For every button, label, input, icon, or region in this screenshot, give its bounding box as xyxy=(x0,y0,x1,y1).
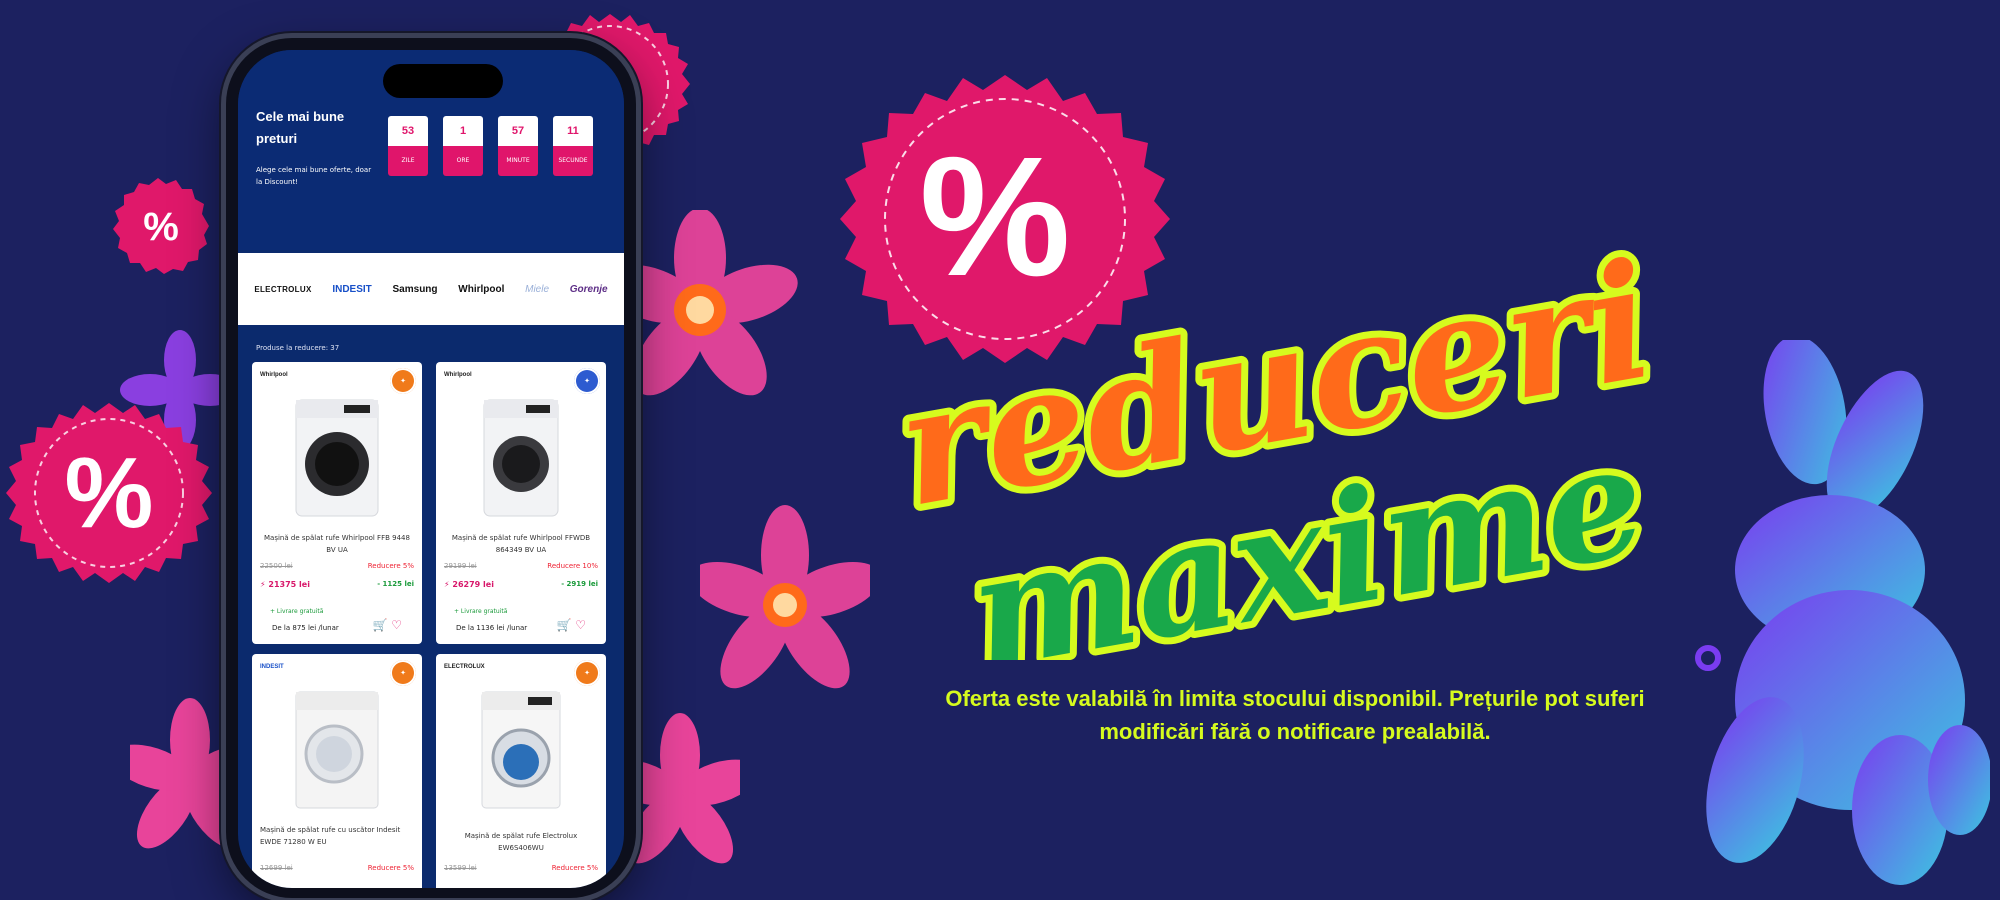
discount-label: Reducere 5% xyxy=(367,562,414,570)
flower-decoration xyxy=(700,505,870,689)
product-brand: Whirlpool xyxy=(260,372,288,378)
countdown-hours: 1 ORE xyxy=(443,116,483,178)
card-actions: 🛒 ♡ xyxy=(556,618,586,632)
countdown-label: ZILE xyxy=(388,146,428,176)
old-price: 29199 lei xyxy=(444,562,477,570)
percent-badge-left: % xyxy=(6,403,212,583)
deal-stamp-icon: ✦ xyxy=(574,368,600,394)
phone-mockup: Cele mai bune preturi Alege cele mai bun… xyxy=(226,38,636,898)
shipping-info: + Livrare gratuită xyxy=(270,608,324,615)
countdown-value: 1 xyxy=(443,116,483,146)
saving-amount: - 1125 lei xyxy=(377,580,414,588)
countdown-seconds: 11 SECUNDE xyxy=(553,116,593,178)
product-brand: ELECTROLUX xyxy=(444,664,485,670)
hero-title: Cele mai bune preturi xyxy=(256,109,345,146)
balloon-bunny-illustration xyxy=(1695,340,1990,885)
product-card[interactable]: INDESIT ✦ Mașină de spălat rufe cu uscăt… xyxy=(252,654,422,888)
wishlist-heart-icon[interactable]: ♡ xyxy=(391,618,402,632)
brand-logo-electrolux[interactable]: ELECTROLUX xyxy=(254,285,311,294)
countdown-value: 57 xyxy=(498,116,538,146)
product-brand: Whirlpool xyxy=(444,372,472,378)
washing-machine-image xyxy=(295,691,379,809)
countdown-minutes: 57 MINUTE xyxy=(498,116,538,178)
saving-amount: - 2919 lei xyxy=(561,580,598,588)
product-name[interactable]: Mașină de spălat rufe cu uscător Indesit… xyxy=(260,824,414,848)
old-price: 13599 lei xyxy=(444,864,477,872)
percent-badge-small: % xyxy=(113,178,209,274)
brand-logo-miele[interactable]: Miele xyxy=(525,284,549,295)
old-price: 12699 lei xyxy=(260,864,293,872)
disclaimer-text: Oferta este valabilă în limita stocului … xyxy=(945,686,1645,744)
product-card[interactable]: Whirlpool ✦ Mașină de spălat rufe Whirlp… xyxy=(436,362,606,644)
dynamic-island xyxy=(383,64,503,98)
hero-subtitle: Alege cele mai bune oferte, doar la Disc… xyxy=(256,166,372,186)
countdown-label: MINUTE xyxy=(498,146,538,176)
product-card[interactable]: Whirlpool ✦ Mașină de spălat rufe Whirlp… xyxy=(252,362,422,644)
discount-label: Reducere 10% xyxy=(547,562,598,570)
deal-stamp-icon: ✦ xyxy=(390,660,416,686)
old-price: 22500 lei xyxy=(260,562,293,570)
product-name[interactable]: Mașină de spălat rufe Electrolux EW6S406… xyxy=(444,830,598,854)
countdown-value: 53 xyxy=(388,116,428,146)
product-name[interactable]: Mașină de spălat rufe Whirlpool FFB 9448… xyxy=(260,532,414,556)
countdown-label: ORE xyxy=(443,146,483,176)
shipping-info: + Livrare gratuită xyxy=(454,608,508,615)
percent-symbol: % xyxy=(65,437,154,549)
headline-reduceri-maxime: reduceri maxime xyxy=(900,219,1672,660)
washing-machine-image xyxy=(295,399,379,517)
percent-symbol: % xyxy=(143,205,179,249)
product-brand: INDESIT xyxy=(260,664,284,670)
countdown-value: 11 xyxy=(553,116,593,146)
new-price-value: 21375 lei xyxy=(268,580,310,589)
brand-logo-whirlpool[interactable]: Whirlpool xyxy=(458,284,504,295)
washing-machine-image xyxy=(481,691,561,809)
deal-stamp-icon: ✦ xyxy=(390,368,416,394)
brand-logo-samsung[interactable]: Samsung xyxy=(393,284,438,295)
phone-screen: Cele mai bune preturi Alege cele mai bun… xyxy=(238,50,624,888)
installment-info: De la 1136 lei /lunar xyxy=(456,624,528,632)
countdown-days: 53 ZILE xyxy=(388,116,428,178)
wishlist-heart-icon[interactable]: ♡ xyxy=(575,618,586,632)
product-name[interactable]: Mașină de spălat rufe Whirlpool FFWDB 86… xyxy=(444,532,598,556)
card-actions: 🛒 ♡ xyxy=(372,618,402,632)
promo-banner: { "phone": { "hero": { "title": "Cele ma… xyxy=(0,0,2000,900)
new-price: ⚡ 21375 lei xyxy=(260,580,310,589)
washing-machine-image xyxy=(483,399,559,517)
product-card[interactable]: ELECTROLUX ✦ Mașină de spălat rufe Elect… xyxy=(436,654,606,888)
deal-stamp-icon: ✦ xyxy=(574,660,600,686)
flower-decoration xyxy=(620,713,740,864)
brand-strip: ELECTROLUX INDESIT Samsung Whirlpool Mie… xyxy=(238,253,624,325)
countdown-label: SECUNDE xyxy=(553,146,593,176)
new-price: ⚡ 26279 lei xyxy=(444,580,494,589)
discount-label: Reducere 5% xyxy=(367,864,414,872)
add-to-cart-icon[interactable]: 🛒 xyxy=(372,618,387,632)
brand-logo-gorenje[interactable]: Gorenje xyxy=(570,284,608,295)
discount-label: Reducere 5% xyxy=(551,864,598,872)
products-count: Produse la reducere: 37 xyxy=(256,344,340,352)
installment-info: De la 875 lei /lunar xyxy=(272,624,339,632)
brand-logo-indesit[interactable]: INDESIT xyxy=(332,284,371,295)
add-to-cart-icon[interactable]: 🛒 xyxy=(556,618,571,632)
new-price-value: 26279 lei xyxy=(452,580,494,589)
